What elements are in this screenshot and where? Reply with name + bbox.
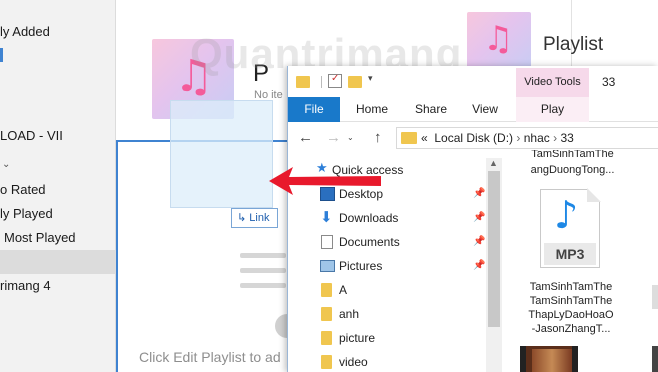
- pin-icon[interactable]: 📌: [473, 206, 485, 230]
- sidebar-item-most-played[interactable]: Most Played: [0, 226, 115, 250]
- nav-item-folder-picture[interactable]: picture: [288, 326, 488, 350]
- title-bar: ✓ ▾ Video Tools 33: [288, 66, 658, 97]
- up-arrow-icon[interactable]: ↑: [374, 129, 382, 146]
- new-folder-icon[interactable]: [348, 76, 362, 88]
- pin-icon[interactable]: 📌: [473, 230, 485, 254]
- sidebar-item-label: LOAD - VII: [0, 128, 63, 143]
- download-icon: ⬇: [320, 209, 333, 226]
- path-overflow[interactable]: «: [421, 131, 428, 145]
- tab-home[interactable]: Home: [348, 97, 396, 122]
- file-name-overflow: TamSinhTamThe: [531, 150, 614, 158]
- documents-icon: [321, 235, 333, 249]
- properties-icon[interactable]: ✓: [328, 73, 342, 88]
- empty-list-line: [240, 268, 286, 273]
- nav-item-folder-video[interactable]: video: [288, 350, 488, 372]
- customize-toolbar-chevron-icon[interactable]: ▾: [368, 73, 373, 84]
- mp3-file-icon[interactable]: ♪ MP3: [540, 188, 601, 268]
- nav-item-folder-a[interactable]: A: [288, 278, 488, 302]
- sidebar-selection-highlight: [0, 250, 115, 274]
- empty-list-line: [240, 283, 286, 288]
- scroll-up-arrow-icon[interactable]: ▲: [489, 158, 498, 168]
- file-name-line: ThapLyDaoHoaO: [528, 309, 614, 321]
- folder-icon: [321, 307, 332, 321]
- nav-item-label: video: [339, 355, 368, 369]
- address-path: « Local Disk (D:) › nhac › 33: [421, 128, 574, 148]
- recent-locations-chevron-icon[interactable]: ⌄: [347, 133, 354, 142]
- path-chevron-icon[interactable]: ›: [516, 131, 523, 145]
- path-segment[interactable]: Local Disk (D:): [434, 131, 513, 145]
- divider: [571, 0, 572, 66]
- empty-list-line: [240, 253, 286, 258]
- pin-icon[interactable]: 📌: [473, 254, 485, 278]
- address-bar[interactable]: « Local Disk (D:) › nhac › 33: [396, 127, 658, 149]
- sidebar-item-label: ly Added: [0, 24, 50, 39]
- partial-thumbnail[interactable]: [652, 346, 658, 372]
- link-badge-label: Link: [249, 212, 270, 224]
- annotation-arrow-icon: [269, 167, 381, 195]
- sidebar-item-recently-added[interactable]: ly Added: [0, 20, 115, 44]
- link-cursor-badge: ↳ Link: [231, 208, 278, 228]
- nav-item-documents[interactable]: Documents 📌: [288, 230, 488, 254]
- folder-icon: [321, 331, 332, 345]
- nav-pane-scrollbar[interactable]: ▲: [486, 158, 502, 372]
- tab-file[interactable]: File: [288, 97, 340, 122]
- nav-item-folder-anh[interactable]: anh: [288, 302, 488, 326]
- page-fold: [587, 188, 601, 202]
- pin-icon[interactable]: 📌: [473, 182, 485, 206]
- window-title: 33: [602, 75, 616, 89]
- sidebar-item-label: rimang 4: [0, 278, 51, 293]
- folder-icon: [321, 355, 332, 369]
- playlist-header: Playlist: [543, 34, 604, 55]
- folder-icon: [401, 132, 417, 144]
- path-segment[interactable]: 33: [560, 131, 573, 145]
- ribbon-tabs: File Home Share View Play: [288, 97, 658, 122]
- nav-item-label: Pictures: [339, 259, 383, 273]
- file-item-mp3-name[interactable]: TamSinhTamThe TamSinhTamThe ThapLyDaoHoa…: [516, 281, 626, 341]
- sidebar-item-playlist[interactable]: rimang 4: [0, 274, 115, 298]
- tab-share[interactable]: Share: [408, 97, 454, 122]
- video-tools-tab-group: Video Tools: [516, 68, 589, 97]
- folder-icon: [321, 283, 332, 297]
- sidebar-item-label: ly Played: [0, 206, 53, 221]
- sidebar-item-top-rated[interactable]: o Rated: [0, 178, 115, 202]
- nav-item-label: Downloads: [339, 211, 399, 225]
- sidebar-item-download-vii[interactable]: LOAD - VII: [0, 124, 115, 148]
- file-name: angDuongTong...: [530, 164, 615, 176]
- sidebar-item-label: o Rated: [0, 182, 46, 197]
- nav-item-label: picture: [339, 331, 376, 345]
- itunes-sidebar: ly Added LOAD - VII ⌄ o Rated ly Played …: [0, 0, 116, 372]
- nav-item-downloads[interactable]: ⬇ Downloads 📌: [288, 206, 488, 230]
- playlist-artwork-small: ♫: [467, 12, 531, 72]
- sidebar-icon-partial: [0, 48, 3, 62]
- folder-icon[interactable]: [296, 76, 310, 88]
- file-name-line: TamSinhTamThe: [529, 281, 613, 293]
- path-segment[interactable]: nhac: [524, 131, 550, 145]
- file-type-label: MP3: [544, 243, 596, 265]
- nav-item-label: A: [339, 283, 348, 297]
- file-name-line: -JasonZhangT...: [531, 323, 611, 335]
- forward-arrow-icon[interactable]: →: [326, 129, 341, 146]
- toolbar-separator: [321, 76, 322, 88]
- tab-play[interactable]: Play: [516, 97, 589, 122]
- file-name-line: TamSinhTamThe: [529, 295, 613, 307]
- sidebar-item-label: Most Played: [4, 230, 76, 245]
- music-note-icon: ♫: [483, 19, 514, 59]
- nav-item-label: anh: [339, 307, 360, 321]
- drag-ghost-preview: [170, 100, 273, 208]
- edit-playlist-hint: Click Edit Playlist to ad: [139, 349, 281, 365]
- music-note-icon: ♪: [554, 193, 579, 237]
- sidebar-chevron-icon[interactable]: ⌄: [2, 159, 10, 170]
- video-thumbnail[interactable]: [520, 346, 578, 372]
- nav-item-label: Documents: [339, 235, 400, 249]
- file-item-top[interactable]: TamSinhTamThe angDuongTong...: [520, 150, 625, 180]
- partial-thumbnail[interactable]: [652, 285, 658, 309]
- link-arrow-icon: ↳: [237, 212, 247, 224]
- scrollbar-thumb[interactable]: [488, 171, 500, 327]
- sidebar-item-recently-played[interactable]: ly Played: [0, 202, 115, 226]
- tab-view[interactable]: View: [464, 97, 506, 122]
- video-frame: [532, 349, 572, 372]
- nav-item-pictures[interactable]: Pictures 📌: [288, 254, 488, 278]
- pictures-icon: [320, 260, 335, 272]
- back-arrow-icon[interactable]: ←: [298, 129, 313, 146]
